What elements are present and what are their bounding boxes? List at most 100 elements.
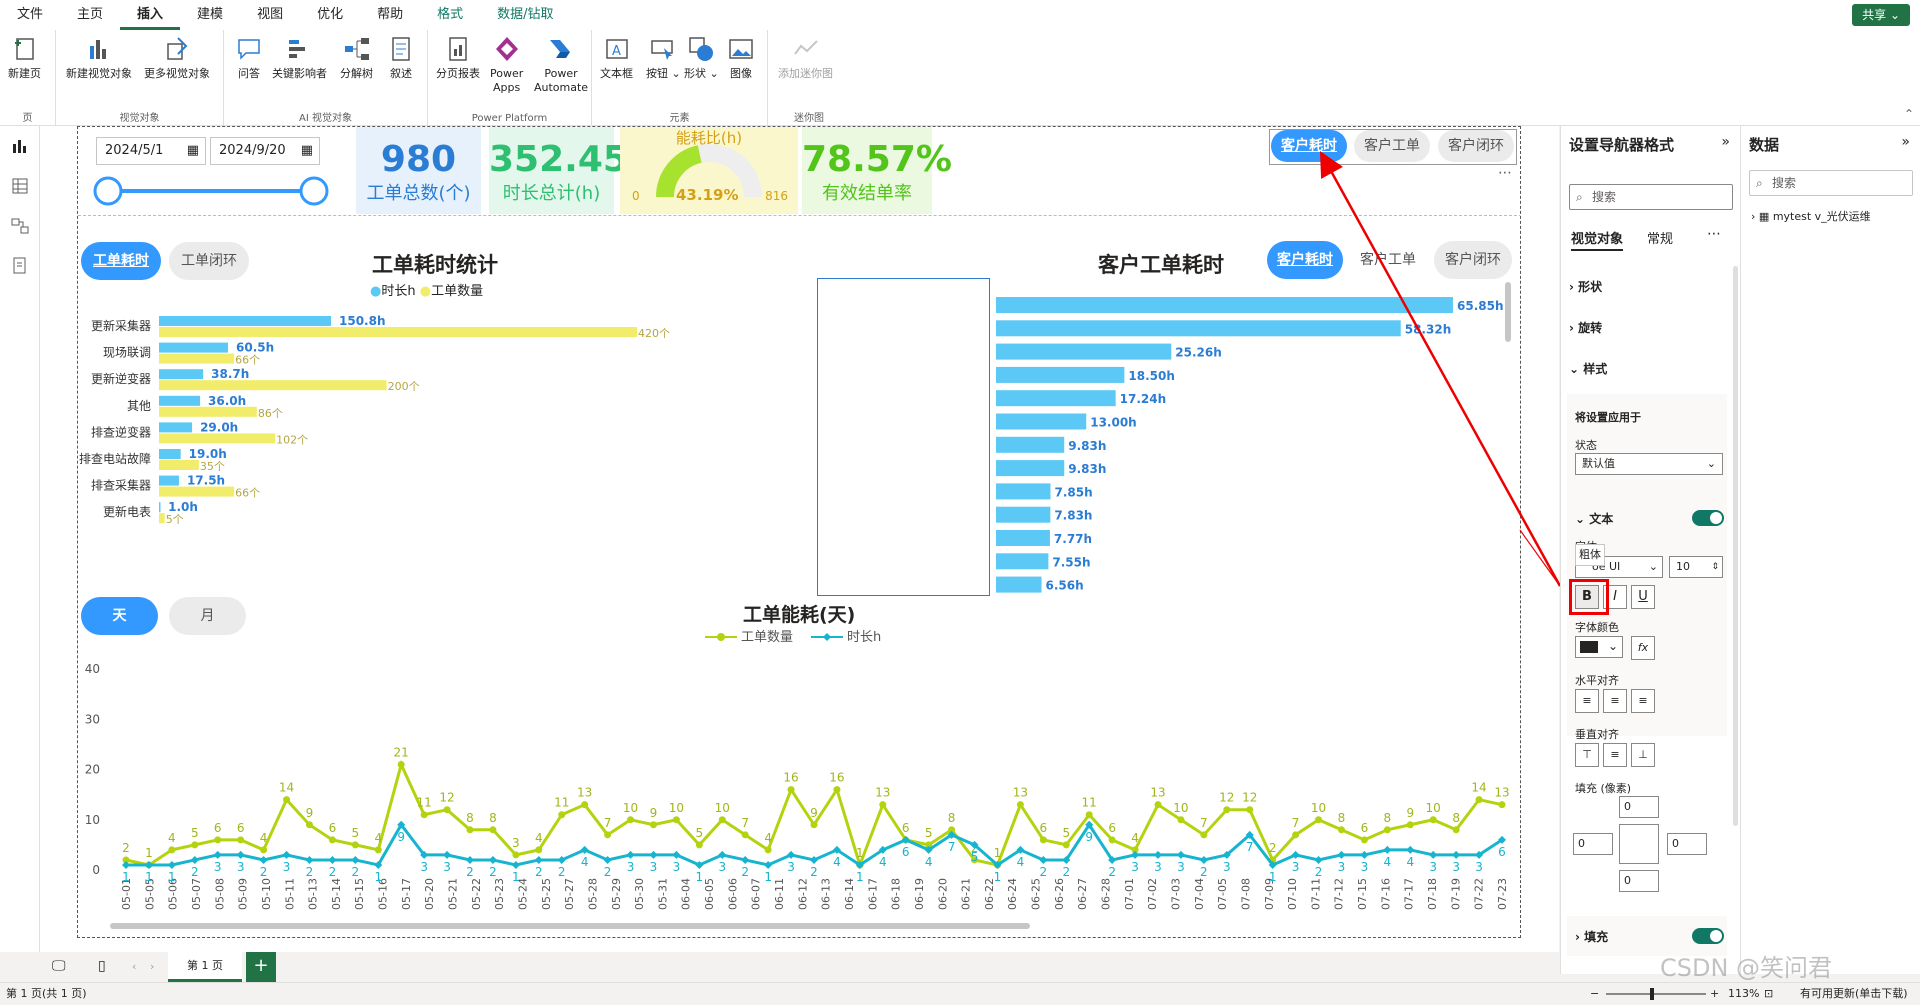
tab-page-1[interactable]: 第 1 页 [168,952,242,982]
state-value: 默认值 [1582,457,1615,470]
nav-ticket-time[interactable]: 工单耗时 [81,242,161,280]
textbox-button[interactable]: A 文本框 [600,34,633,81]
menu-modeling[interactable]: 建模 [180,0,240,30]
decomp-tree-button[interactable]: 分解树 [340,34,373,81]
model-view-icon[interactable] [10,216,30,236]
table-view-icon[interactable] [10,176,30,196]
data-search-input[interactable]: ⌕ 搜索 [1749,170,1913,196]
report-view-icon[interactable] [10,136,30,156]
menu-optimize[interactable]: 优化 [300,0,360,30]
padding-right-input[interactable]: 0 [1667,833,1707,855]
zoom-in-icon[interactable]: + [1710,983,1719,1005]
tab-visual[interactable]: 视觉对象 [1571,228,1624,251]
slider-handle-end[interactable] [299,176,329,206]
x-tick-label: 05-11 [283,878,296,910]
dax-query-icon[interactable] [10,256,30,276]
section-style[interactable]: ⌄ 样式 [1569,360,1729,377]
fit-page-icon[interactable]: ⊡ [1764,983,1773,1005]
valign-middle-button[interactable]: ≡ [1603,743,1627,767]
nav-ticket-loop[interactable]: 工单闭环 [169,242,249,280]
add-page-button[interactable]: + [246,952,276,982]
collapse-ribbon-icon[interactable]: ⌃ [1904,107,1914,121]
key-influencers-label: 关键影响者 [272,67,327,80]
menu-file[interactable]: 文件 [0,0,60,30]
fx-button[interactable]: fx [1631,636,1655,660]
state-dropdown[interactable]: 默认值 ⌄ [1575,453,1723,475]
date-end-input[interactable]: 2024/9/20 ▦ [210,137,320,165]
x-tick-label: 07-02 [1146,878,1159,910]
bar-customer-hours [996,553,1049,570]
empty-visual-placeholder[interactable] [817,278,990,596]
more-visuals-button[interactable]: 更多视觉对象 [144,34,210,81]
section-shape[interactable]: › 形状 [1569,278,1729,295]
section-rotate[interactable]: › 旋转 [1569,319,1729,336]
point-hours [1131,850,1140,859]
narrative-button[interactable]: 叙述 [386,34,416,81]
power-apps-label2: Apps [493,81,521,94]
stepper-icon[interactable]: ⇕ [1711,557,1719,577]
padding-bottom-input[interactable]: 0 [1619,870,1659,892]
align-center-button[interactable]: ≡ [1603,689,1627,713]
font-color-picker[interactable]: ⌄ [1575,636,1623,658]
point-count [1200,831,1208,839]
data-label-customer-hours: 25.26h [1175,346,1222,360]
key-influencers-button[interactable]: 关键影响者 [272,34,327,81]
padding-top-input[interactable]: 0 [1619,796,1659,818]
new-visual-button[interactable]: 新建视觉对象 [66,34,132,81]
buttons-button[interactable]: 按钮 ⌄ [646,34,681,81]
zoom-slider-thumb[interactable] [1650,988,1654,1000]
table-item[interactable]: › ▦ mytest v_光伏运维 [1751,208,1871,224]
text-toggle[interactable] [1692,510,1724,526]
share-button[interactable]: 共享 ⌄ [1852,4,1910,26]
valign-top-button[interactable]: ⊤ [1575,743,1599,767]
menu-data-drill[interactable]: 数据/钻取 [480,0,570,30]
collapse-pane-icon[interactable]: » [1901,134,1910,150]
data-label-hours: 2 [260,865,268,879]
next-page-icon[interactable]: › [150,960,154,973]
textbox-icon: A [605,39,628,59]
padding-left-input[interactable]: 0 [1573,833,1613,855]
align-left-button[interactable]: ≡ [1575,689,1599,713]
align-right-button[interactable]: ≡ [1631,689,1655,713]
prev-page-icon[interactable]: ‹ [132,960,136,973]
collapse-pane-icon[interactable]: » [1721,134,1730,150]
update-available[interactable]: 有可用更新(单击下载) [1800,983,1908,1005]
font-size-stepper[interactable]: 10 ⇕ [1669,556,1723,578]
menu-home[interactable]: 主页 [60,0,120,30]
valign-bottom-button[interactable]: ⊥ [1631,743,1655,767]
zoom-slider[interactable] [1606,993,1706,995]
menu-help[interactable]: 帮助 [360,0,420,30]
power-apps-button[interactable]: Power Apps [490,34,523,95]
pane-scrollbar[interactable] [1733,266,1738,826]
underline-button[interactable]: U [1631,585,1655,609]
data-label-hours: 6 [1498,845,1506,859]
menu-insert[interactable]: 插入 [120,0,181,30]
calendar-icon[interactable]: ▦ [187,138,199,164]
mobile-layout-icon[interactable]: ▯ [98,958,106,974]
point-hours [236,850,245,859]
new-page-button[interactable]: 新建页 [8,34,41,81]
data-label-hours: 3 [673,860,681,874]
image-button[interactable]: 图像 [726,34,756,81]
shapes-button[interactable]: 形状 ⌄ [684,34,719,81]
paginated-report-button[interactable]: 分页报表 [436,34,480,81]
power-automate-button[interactable]: Power Automate [534,34,588,95]
more-options-icon[interactable]: ⋯ [1707,226,1721,242]
calendar-icon[interactable]: ▦ [301,138,313,164]
slider-handle-start[interactable] [93,176,123,206]
desktop-layout-icon[interactable]: 🖵 [52,958,66,974]
date-start-input[interactable]: 2024/5/1 ▦ [96,137,206,165]
add-sparkline-button[interactable]: 添加迷你图 [778,34,833,81]
zoom-out-icon[interactable]: − [1590,983,1599,1005]
nav-day[interactable]: 天 [81,597,158,635]
chart3-scrollbar[interactable] [110,923,1030,929]
tab-general[interactable]: 常规 [1647,228,1673,247]
kpi-card-hours-total: 352.45 时长总计(h) [489,127,628,214]
menu-view[interactable]: 视图 [240,0,300,30]
nav-month[interactable]: 月 [169,597,246,635]
qa-button[interactable]: 问答 [234,34,264,81]
format-search-input[interactable]: ⌕ 搜索 [1569,184,1733,210]
menu-format[interactable]: 格式 [420,0,480,30]
date-range-slider[interactable] [88,171,338,211]
fill-toggle[interactable] [1692,928,1724,944]
